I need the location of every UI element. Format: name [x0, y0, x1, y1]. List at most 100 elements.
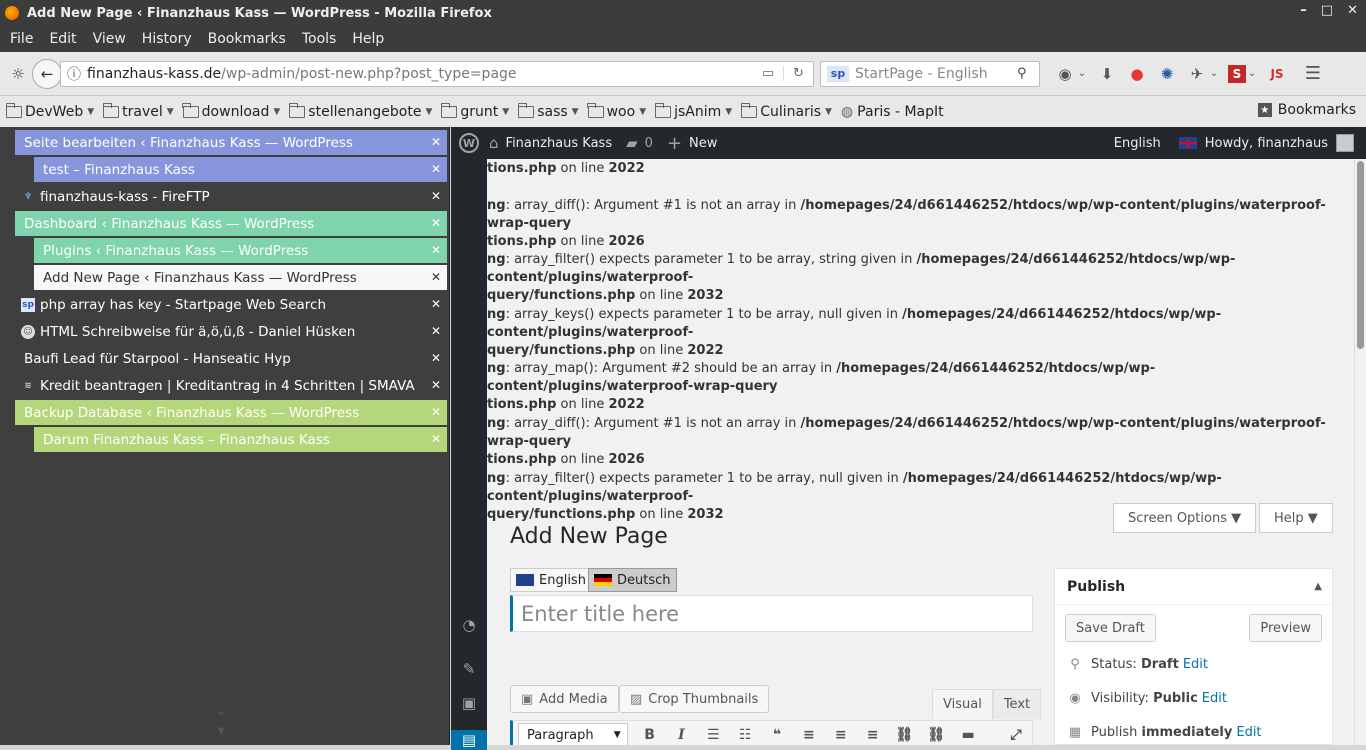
bookmark-folder[interactable]: Culinaris ▼ [740, 102, 832, 120]
tab-text[interactable]: Text [992, 689, 1042, 719]
bookmark-link[interactable]: ◍ Paris - MapIt [841, 104, 944, 120]
close-tab-icon[interactable]: ✕ [431, 216, 441, 230]
unlink-button[interactable]: ⛓ [920, 727, 952, 743]
publish-heading[interactable]: Publish ▲ [1055, 569, 1332, 605]
chevron-down-icon[interactable]: ⌄ [1208, 63, 1220, 85]
info-icon[interactable]: ⓘ [61, 64, 87, 84]
pin-icon[interactable]: ✎ [459, 659, 479, 679]
content-scrollbar[interactable] [1354, 159, 1366, 745]
save-draft-button[interactable]: Save Draft [1065, 614, 1156, 642]
tab-item[interactable]: sp php array has key - Startpage Web Sear… [15, 292, 447, 317]
edit-status-link[interactable]: Edit [1183, 657, 1208, 672]
reader-view-icon[interactable]: ▭ [753, 66, 783, 81]
media-icon[interactable]: ▣ [459, 693, 479, 713]
search-icon[interactable]: ⚲ [1017, 66, 1039, 81]
close-tab-icon[interactable]: ✕ [431, 432, 441, 446]
edit-schedule-link[interactable]: Edit [1236, 725, 1261, 740]
close-window-button[interactable]: ✕ [1347, 3, 1358, 18]
close-tab-icon[interactable]: ✕ [431, 270, 441, 284]
extension-icon[interactable]: ◉ [1054, 63, 1076, 85]
align-right-button[interactable]: ≡ [857, 727, 889, 743]
fullscreen-button[interactable]: ⤢ [1000, 727, 1032, 743]
crop-thumbnails-button[interactable]: ▨ Crop Thumbnails [619, 685, 770, 713]
new-tab-icon[interactable]: + [217, 705, 225, 723]
comments-link[interactable]: ▰ 0 [626, 134, 653, 152]
menu-bookmarks[interactable]: Bookmarks [200, 31, 294, 47]
close-tab-icon[interactable]: ✕ [431, 189, 441, 203]
startpage-icon[interactable]: sp [827, 65, 849, 82]
read-more-button[interactable]: ▬ [952, 727, 984, 743]
avatar[interactable] [1336, 134, 1354, 152]
tab-item[interactable]: Backup Database ‹ Finanzhaus Kass — Word… [15, 400, 447, 425]
bold-button[interactable]: B [634, 727, 666, 743]
new-content-link[interactable]: + New [667, 133, 717, 154]
s-extension-icon[interactable]: S [1228, 64, 1246, 83]
dashboard-icon[interactable]: ◔ [459, 615, 479, 635]
tab-item[interactable]: Dashboard ‹ Finanzhaus Kass — WordPress ✕ [15, 211, 447, 236]
bookmark-folder[interactable]: DevWeb ▼ [5, 102, 94, 120]
hamburger-menu-icon[interactable]: ☰ [1302, 63, 1324, 85]
ghostery-icon[interactable]: ✈ [1186, 63, 1208, 85]
add-media-button[interactable]: ▣ Add Media [510, 685, 619, 713]
bookmark-folder[interactable]: sass ▼ [517, 102, 579, 120]
close-tab-icon[interactable]: ✕ [431, 162, 441, 176]
bookmark-folder[interactable]: jsAnim ▼ [654, 102, 732, 120]
language-tab-english[interactable]: English [510, 568, 592, 592]
url-text[interactable]: finanzhaus-kass.de/wp-admin/post-new.php… [87, 66, 753, 82]
howdy-user[interactable]: Howdy, finanzhaus [1205, 136, 1328, 151]
bookmark-folder[interactable]: download ▼ [182, 102, 280, 120]
bookmark-folder[interactable]: woo ▼ [587, 102, 646, 120]
menu-edit[interactable]: Edit [41, 31, 84, 47]
close-tab-icon[interactable]: ✕ [431, 351, 441, 365]
screen-options-button[interactable]: Screen Options ▼ [1113, 503, 1257, 533]
language-switcher[interactable]: English [1114, 136, 1161, 151]
title-input[interactable]: Enter title here [510, 595, 1033, 632]
tab-item-active[interactable]: Add New Page ‹ Finanzhaus Kass — WordPre… [34, 265, 447, 290]
close-tab-icon[interactable]: ✕ [431, 378, 441, 392]
link-button[interactable]: ⛓ [888, 727, 920, 743]
maximize-button[interactable]: □ [1321, 3, 1333, 18]
menu-tools[interactable]: Tools [294, 31, 345, 47]
search-input[interactable]: StartPage - English [855, 66, 1017, 82]
scrollbar-thumb[interactable] [1357, 161, 1364, 349]
bookmark-folder[interactable]: grunt ▼ [440, 102, 509, 120]
reload-icon[interactable]: ↻ [783, 66, 813, 81]
edit-visibility-link[interactable]: Edit [1202, 691, 1227, 706]
menu-history[interactable]: History [134, 31, 200, 47]
tab-item[interactable]: ☺ HTML Schreibweise für ä,ö,ü,ß - Daniel … [15, 319, 447, 344]
chevron-down-icon[interactable]: ⌄ [1076, 63, 1088, 85]
align-center-button[interactable]: ≡ [825, 727, 857, 743]
close-tab-icon[interactable]: ✕ [431, 135, 441, 149]
help-button[interactable]: Help ▼ [1259, 503, 1333, 533]
url-bar[interactable]: ⓘ finanzhaus-kass.de/wp-admin/post-new.p… [60, 60, 814, 87]
tab-visual[interactable]: Visual [932, 689, 993, 719]
pages-menu-item-active[interactable]: ▤ [451, 730, 487, 750]
search-bar[interactable]: sp StartPage - English ⚲ [820, 60, 1040, 87]
chevron-down-icon[interactable]: ▼ [217, 723, 225, 741]
tab-item[interactable]: Darum Finanzhaus Kass – Finanzhaus Kass ✕ [34, 427, 447, 452]
close-tab-icon[interactable]: ✕ [431, 297, 441, 311]
bookmark-folder[interactable]: stellenangebote ▼ [288, 102, 432, 120]
language-tab-deutsch[interactable]: Deutsch [588, 568, 677, 592]
minimize-button[interactable]: – [1300, 3, 1307, 18]
back-button[interactable]: ← [32, 58, 62, 89]
tab-item[interactable]: Plugins ‹ Finanzhaus Kass — WordPress ✕ [34, 238, 447, 263]
tab-item[interactable]: ≋ Kredit beantragen | Kreditantrag in 4 S… [15, 373, 447, 398]
bullet-list-button[interactable]: ☰ [697, 727, 729, 743]
numbered-list-button[interactable]: ☷ [729, 727, 761, 743]
tab-item[interactable]: Seite bearbeiten ‹ Finanzhaus Kass — Wor… [15, 130, 447, 155]
wordpress-icon[interactable]: W [459, 133, 479, 153]
js-switch-icon[interactable]: JS [1266, 63, 1288, 85]
preview-button[interactable]: Preview [1249, 614, 1322, 642]
menu-file[interactable]: File [2, 31, 41, 47]
bookmark-folder[interactable]: travel ▼ [102, 102, 174, 120]
bookmarks-menu-button[interactable]: ★ Bookmarks [1257, 102, 1356, 118]
color-picker-icon[interactable]: ● [1126, 63, 1148, 85]
tab-item[interactable]: ♆ finanzhaus-kass - FireFTP ✕ [15, 184, 447, 209]
site-name-link[interactable]: ⌂ Finanzhaus Kass [489, 134, 612, 152]
history-icon[interactable]: ☼ [6, 62, 30, 86]
format-select[interactable]: Paragraph ▼ [518, 723, 628, 745]
firebug-icon[interactable]: ✺ [1156, 63, 1178, 85]
tab-item[interactable]: test – Finanzhaus Kass ✕ [34, 157, 447, 182]
close-tab-icon[interactable]: ✕ [431, 243, 441, 257]
